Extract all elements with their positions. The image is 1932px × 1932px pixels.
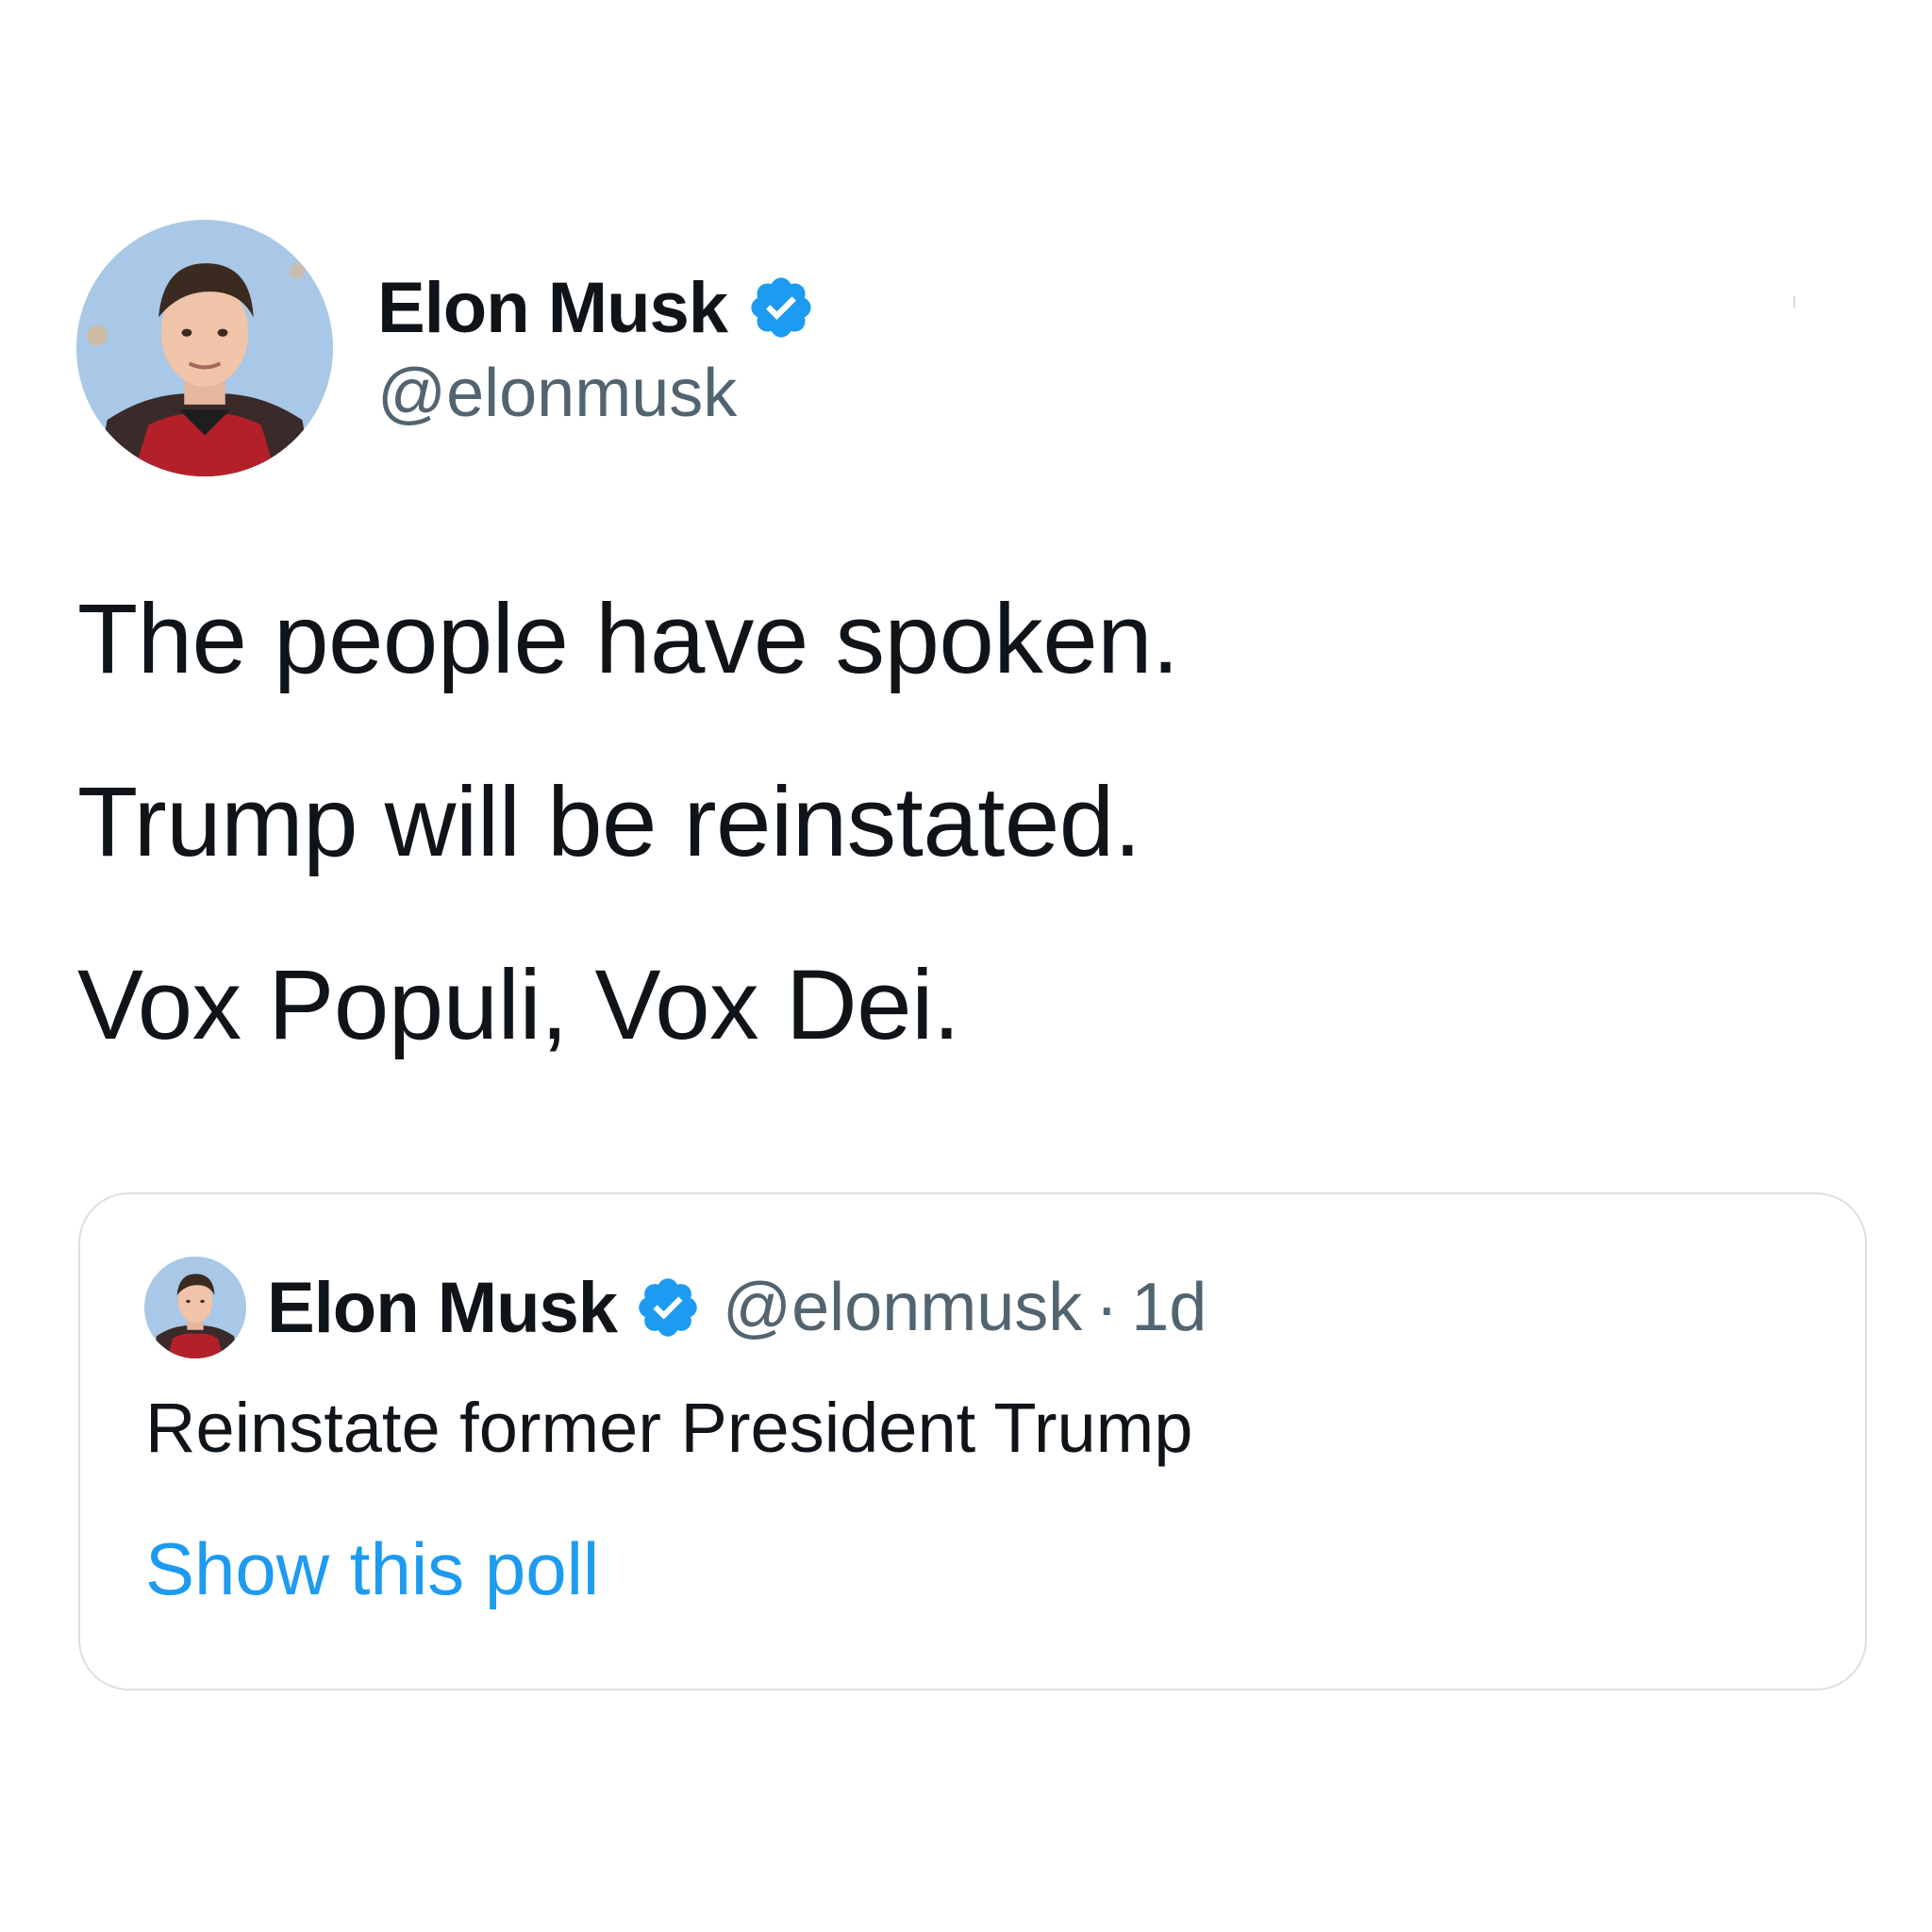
- verified-badge-icon: [746, 273, 816, 342]
- person-avatar-icon: [76, 220, 333, 476]
- author-name-row: Elon Musk: [377, 264, 816, 351]
- quoted-tweet-card[interactable]: Elon Musk @elonmusk · 1d Reinstate forme…: [78, 1192, 1867, 1690]
- tweet-header: Elon Musk @elonmusk: [76, 220, 816, 476]
- tweet-line: The people have spoken.: [77, 584, 1179, 694]
- meta-separator: ·: [1095, 1270, 1119, 1345]
- author-name-block: Elon Musk @elonmusk: [377, 264, 816, 432]
- author-handle[interactable]: @elonmusk: [377, 355, 816, 432]
- verified-badge-icon: [634, 1274, 702, 1341]
- author-display-name[interactable]: Elon Musk: [377, 267, 728, 349]
- author-avatar[interactable]: [76, 220, 333, 476]
- faint-mark: [1793, 296, 1795, 308]
- quoted-author-display-name[interactable]: Elon Musk: [267, 1267, 618, 1349]
- show-poll-link[interactable]: Show this poll: [145, 1526, 599, 1612]
- quoted-author-handle[interactable]: @elonmusk: [723, 1269, 1082, 1346]
- tweet-text: The people have spoken. Trump will be re…: [77, 590, 1179, 1139]
- quoted-tweet-text: Reinstate former President Trump: [145, 1389, 1193, 1467]
- tweet-line: Trump will be reinstated.: [77, 767, 1141, 877]
- quoted-author-avatar[interactable]: [144, 1257, 246, 1358]
- quoted-tweet-header: Elon Musk @elonmusk · 1d: [144, 1257, 1207, 1358]
- tweet-line: Vox Populi, Vox Dei.: [77, 950, 960, 1060]
- quoted-timestamp[interactable]: 1d: [1131, 1269, 1207, 1346]
- person-avatar-icon: [144, 1257, 246, 1358]
